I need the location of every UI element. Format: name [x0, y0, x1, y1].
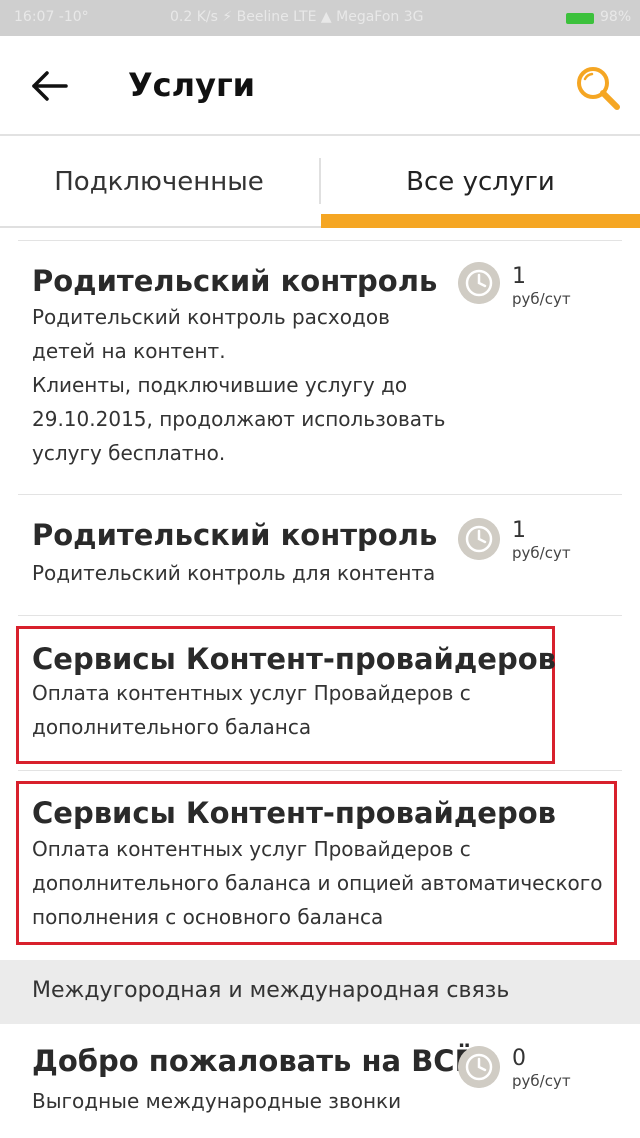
app-bar: Услуги — [0, 36, 640, 136]
service-desc-line: Родительский контроль для контента — [32, 561, 436, 585]
price-value: 0 — [512, 1046, 526, 1071]
service-desc-line: Оплата контентных услуг Провайдеров с — [32, 837, 471, 861]
price-value: 1 — [512, 518, 526, 543]
active-tab-indicator — [321, 214, 640, 228]
list-divider — [18, 770, 622, 771]
daily-fee-clock-icon — [458, 1046, 500, 1088]
service-desc-line: 29.10.2015, продолжают использовать — [32, 407, 446, 431]
service-desc-line: дополнительного баланса — [32, 715, 312, 739]
search-icon[interactable] — [572, 62, 622, 112]
service-title: Родительский контроль — [32, 264, 438, 298]
battery-percent: 98% — [600, 9, 632, 25]
service-title: Добро пожаловать на ВСЁ — [32, 1044, 475, 1078]
service-desc-line: детей на контент. — [32, 339, 226, 363]
service-title: Сервисы Контент-провайдеров — [32, 642, 556, 676]
section-title: Междугородная и международная связь — [32, 978, 510, 1003]
list-divider — [18, 240, 622, 241]
list-divider — [18, 615, 622, 616]
daily-fee-clock-icon — [458, 262, 500, 304]
battery-icon — [566, 13, 594, 24]
price-value: 1 — [512, 264, 526, 289]
list-divider — [18, 494, 622, 495]
service-desc-line: Родительский контроль расходов — [32, 305, 390, 329]
price-unit: руб/сут — [512, 544, 571, 562]
page-title: Услуги — [128, 66, 256, 104]
tab-connected[interactable]: Подключенные — [0, 136, 318, 228]
service-desc-line: услугу бесплатно. — [32, 441, 226, 465]
back-arrow-icon[interactable] — [30, 68, 70, 104]
price-unit: руб/сут — [512, 1072, 571, 1090]
price-unit: руб/сут — [512, 290, 571, 308]
daily-fee-clock-icon — [458, 518, 500, 560]
status-time: 16:07 -10° — [14, 9, 89, 25]
service-title: Сервисы Контент-провайдеров — [32, 796, 556, 830]
status-bar: 16:07 -10° 0.2 K/s ⚡ Beeline LTE ▲ MegaF… — [0, 0, 640, 36]
service-desc-line: пополнения с основного баланса — [32, 905, 384, 929]
service-desc-line: Оплата контентных услуг Провайдеров с — [32, 681, 471, 705]
section-header: Междугородная и международная связь — [0, 960, 640, 1024]
service-desc-line: Выгодные международные звонки — [32, 1089, 402, 1113]
service-desc-line: дополнительного баланса и опцией автомат… — [32, 871, 603, 895]
service-title: Родительский контроль — [32, 518, 438, 552]
service-desc-line: Клиенты, подключившие услугу до — [32, 373, 408, 397]
status-network: 0.2 K/s ⚡ Beeline LTE ▲ MegaFon 3G — [170, 9, 424, 25]
